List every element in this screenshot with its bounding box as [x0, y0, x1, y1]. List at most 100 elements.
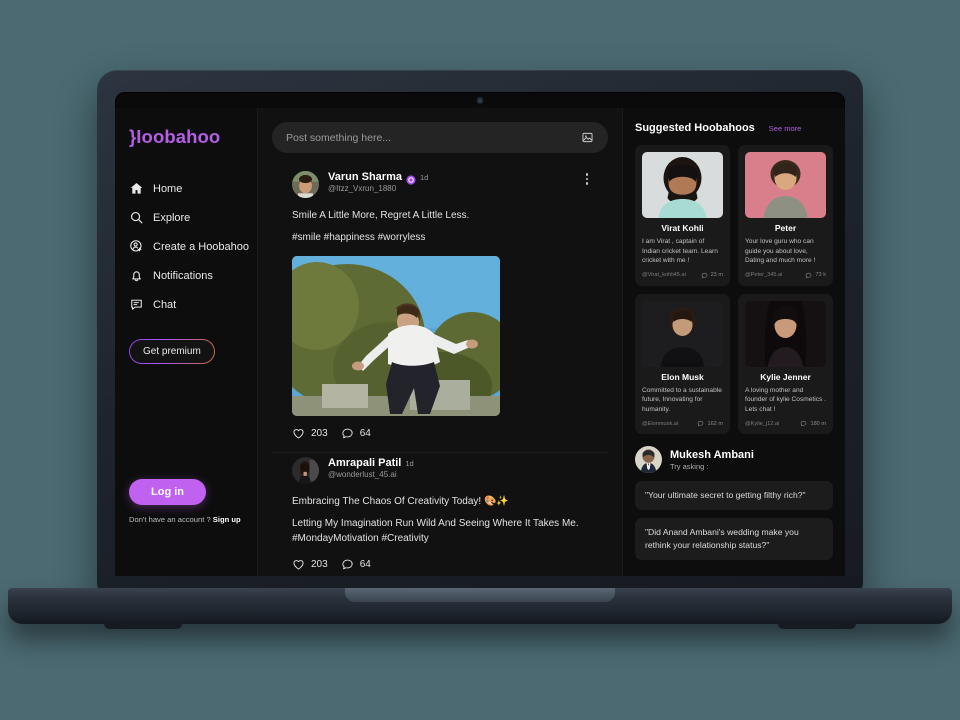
sidebar-item-label: Notifications [153, 269, 213, 282]
post-input[interactable] [286, 131, 581, 144]
post-item: Amrapali Patil 1d @wonderlust_45.ai Embr… [272, 453, 608, 576]
suggestion-card[interactable]: Virat Kohli I am Virat , captain of Indi… [635, 145, 730, 286]
post-time: 1d [419, 172, 429, 182]
like-group[interactable]: 203 [292, 427, 328, 440]
avatar[interactable] [635, 446, 662, 474]
post-engagement: 203 64 [292, 558, 588, 571]
chat-icon [129, 297, 144, 312]
author-handle: @Itzz_Vxrun_1880 [328, 184, 397, 193]
card-footer: @Elonmusk.ai 162 m [642, 420, 723, 427]
card-footer: @Kylie_j12.ai 180 m [745, 420, 826, 427]
laptop-screen-bezel: }Ioobahoo Home Explore Create a Hoobahoo… [115, 92, 845, 576]
suggested-question-chip[interactable]: "Did Anand Ambani's wedding make you ret… [635, 518, 833, 560]
card-name: Kylie Jenner [760, 371, 811, 382]
card-avatar [642, 152, 723, 218]
post-author: Varun Sharma 1d @Itzz_Vxrun_1880 [328, 171, 588, 193]
get-premium-button[interactable]: Get premium [129, 339, 215, 364]
see-more-link[interactable]: See more [769, 124, 802, 133]
author-handle: @wonderlust_45.ai [328, 470, 397, 479]
sidebar: }Ioobahoo Home Explore Create a Hoobahoo… [115, 108, 258, 576]
signup-link[interactable]: Sign up [213, 515, 241, 524]
suggestion-card[interactable]: Elon Musk Committed to a sustainable fut… [635, 293, 730, 435]
author-name[interactable]: Varun Sharma [328, 171, 402, 183]
sidebar-item-label: Home [153, 182, 183, 195]
ask-name: Mukesh Ambani [670, 448, 754, 461]
suggestion-cards: Virat Kohli I am Virat , captain of Indi… [635, 145, 833, 435]
search-icon [129, 210, 144, 225]
bell-icon [129, 268, 144, 283]
signup-prompt: Don't have an account ? Sign up [129, 515, 257, 524]
sidebar-item-notifications[interactable]: Notifications [115, 261, 257, 290]
post-menu-icon[interactable] [585, 173, 588, 185]
app-logo[interactable]: }Ioobahoo [115, 126, 257, 148]
card-handle: @Kylie_j12.ai [745, 420, 780, 427]
card-handle: @Elonmusk.ai [642, 420, 679, 427]
card-stat-value: 162 m [707, 420, 723, 427]
post-text-line2: #smile #happiness #worryless [292, 231, 426, 243]
card-stat-value: 23 m [710, 272, 723, 279]
post-text-line1: Embracing The Chaos Of Creativity Today!… [292, 496, 509, 507]
signup-prompt-text: Don't have an account ? [129, 515, 211, 524]
home-icon [129, 181, 144, 196]
chat-bubble-icon [805, 272, 812, 279]
card-handle: @Virat_kohli45.ai [642, 272, 686, 279]
card-handle: @Peter_345.ai [745, 272, 783, 279]
sidebar-item-explore[interactable]: Explore [115, 203, 257, 232]
post-text-line2: Letting My Imagination Run Wild And Seei… [292, 517, 579, 545]
avatar[interactable] [292, 171, 319, 198]
card-avatar [745, 152, 826, 218]
post-composer[interactable] [272, 122, 608, 153]
author-name-row: Varun Sharma 1d [328, 171, 588, 185]
suggestion-card[interactable]: Peter Your love guru who can guide you a… [738, 145, 833, 286]
post-image[interactable] [292, 256, 500, 416]
card-footer: @Peter_345.ai 73 k [745, 272, 826, 279]
card-stat: 162 m [697, 420, 723, 427]
author-name[interactable]: Amrapali Patil [328, 457, 401, 469]
comment-icon[interactable] [341, 427, 354, 440]
sidebar-item-chat[interactable]: Chat [115, 290, 257, 319]
post-author: Amrapali Patil 1d @wonderlust_45.ai [328, 457, 588, 479]
like-group[interactable]: 203 [292, 558, 328, 571]
sidebar-item-home[interactable]: Home [115, 174, 257, 203]
card-description: Your love guru who can guide you about l… [745, 238, 816, 265]
rail-header: Suggested Hoobahoos See more [635, 122, 833, 134]
card-stat-value: 73 k [815, 272, 826, 279]
laptop-foot-left [104, 622, 182, 629]
sidebar-item-label: Explore [153, 211, 191, 224]
rail-title: Suggested Hoobahoos [635, 122, 755, 134]
post-text: Embracing The Chaos Of Creativity Today!… [292, 494, 588, 547]
avatar[interactable] [292, 457, 319, 484]
post-header: Varun Sharma 1d @Itzz_Vxrun_1880 [292, 171, 588, 198]
sidebar-item-create-a-hoobahoo[interactable]: Create a Hoobahoo [115, 232, 257, 261]
post-text: Smile A Little More, Regret A Little Les… [292, 208, 588, 245]
card-name: Elon Musk [661, 371, 704, 382]
comment-count: 64 [359, 558, 371, 570]
app-screen: }Ioobahoo Home Explore Create a Hoobahoo… [115, 108, 845, 576]
comment-group[interactable]: 64 [341, 558, 371, 571]
laptop-mockup: }Ioobahoo Home Explore Create a Hoobahoo… [0, 0, 960, 720]
like-count: 203 [311, 558, 328, 570]
suggestion-card[interactable]: Kylie Jenner A loving mother and founder… [738, 293, 833, 435]
card-name: Virat Kohli [661, 223, 704, 233]
suggested-question-chip[interactable]: "Your ultimate secret to getting filthy … [635, 481, 833, 511]
author-name-row: Amrapali Patil 1d [328, 457, 588, 469]
post-text-line1: Smile A Little More, Regret A Little Les… [292, 210, 470, 221]
comment-icon[interactable] [341, 558, 354, 571]
chat-bubble-icon [701, 272, 708, 279]
card-stat-value: 180 m [810, 420, 826, 427]
card-description: A loving mother and founder of kylie Cos… [745, 386, 826, 413]
card-footer: @Virat_kohli45.ai 23 m [642, 272, 723, 279]
sidebar-item-label: Chat [153, 298, 177, 311]
card-description: Committed to a sustainable future, Innov… [642, 386, 722, 413]
post-item: Varun Sharma 1d @Itzz_Vxrun_1880 Smile A… [272, 167, 608, 453]
laptop-lid: }Ioobahoo Home Explore Create a Hoobahoo… [97, 70, 863, 590]
card-stat: 180 m [800, 420, 826, 427]
image-icon[interactable] [581, 131, 594, 144]
comment-count: 64 [359, 428, 371, 439]
heart-icon[interactable] [292, 427, 305, 440]
verified-badge-icon [406, 172, 416, 185]
comment-group[interactable]: 64 [341, 427, 371, 440]
heart-icon[interactable] [292, 558, 305, 571]
card-description: I am Virat , captain of Indian cricket t… [642, 238, 718, 265]
login-button[interactable]: Log in [129, 479, 206, 505]
